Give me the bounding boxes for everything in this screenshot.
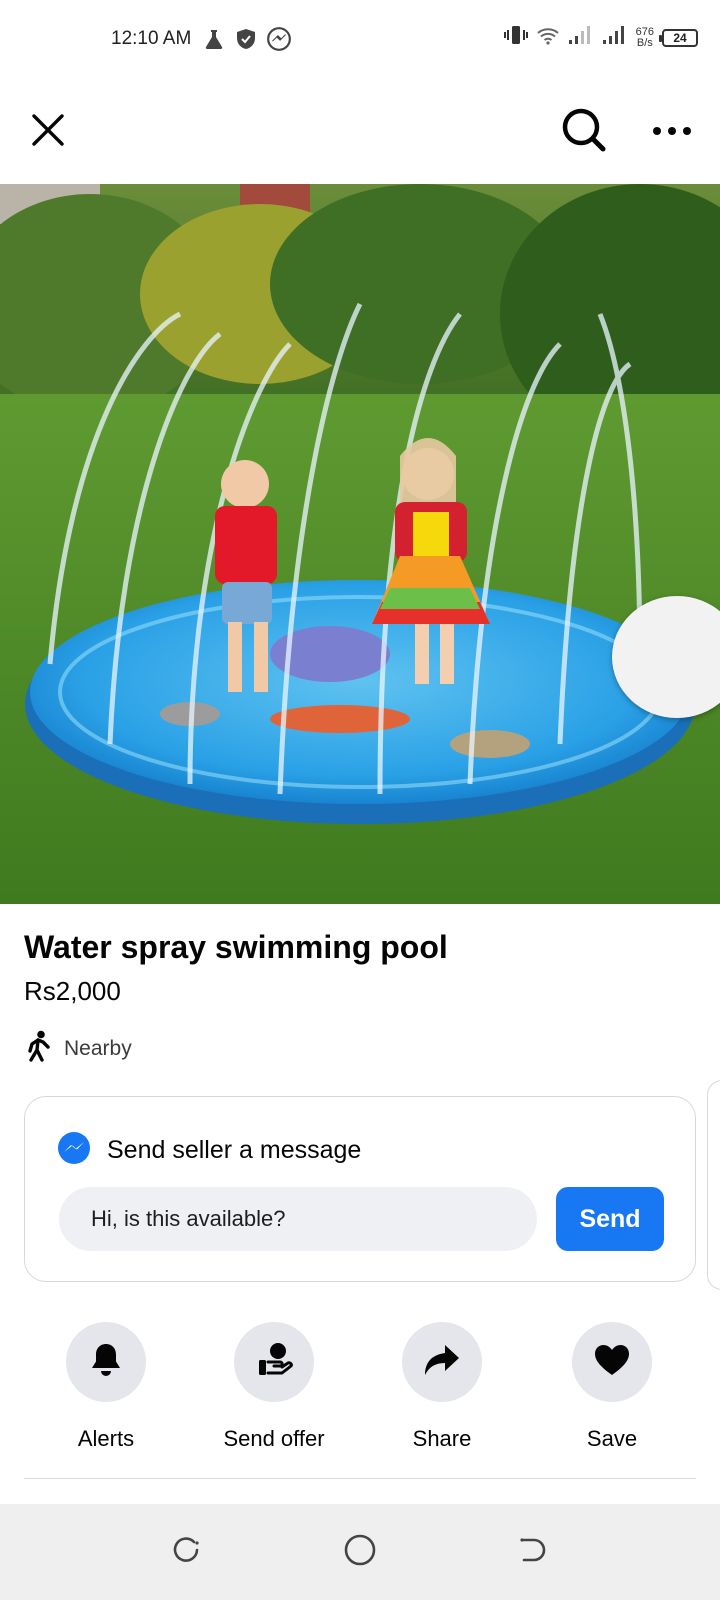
product-image[interactable] bbox=[0, 184, 720, 904]
recent-apps-button[interactable] bbox=[166, 1532, 206, 1572]
signal-icon bbox=[568, 25, 594, 50]
close-button[interactable] bbox=[22, 106, 74, 158]
search-icon bbox=[560, 106, 608, 159]
network-speed: 676 B/s bbox=[636, 26, 654, 49]
signal-icon bbox=[602, 25, 628, 50]
send-button[interactable]: Send bbox=[556, 1187, 664, 1251]
messenger-icon bbox=[57, 1131, 91, 1170]
share-label: Share bbox=[412, 1426, 472, 1451]
home-icon bbox=[343, 1533, 377, 1572]
recent-apps-icon bbox=[170, 1534, 202, 1571]
save-label: Save bbox=[586, 1426, 638, 1451]
send-offer-button-circle[interactable] bbox=[234, 1322, 314, 1402]
more-icon bbox=[652, 123, 692, 141]
search-button[interactable] bbox=[556, 104, 612, 160]
flask-icon bbox=[202, 27, 226, 56]
network-speed-unit: B/s bbox=[636, 36, 653, 49]
shield-icon bbox=[234, 27, 258, 56]
product-photo bbox=[0, 184, 720, 904]
save-button[interactable]: Save bbox=[532, 1322, 692, 1452]
back-button[interactable] bbox=[512, 1532, 552, 1572]
bell-icon bbox=[88, 1341, 124, 1384]
alerts-label: Alerts bbox=[77, 1426, 135, 1451]
wifi-icon bbox=[536, 25, 560, 50]
status-notification-icons bbox=[202, 26, 292, 57]
offer-icon bbox=[254, 1340, 294, 1385]
listing-location: Nearby bbox=[26, 1030, 132, 1067]
save-button-circle[interactable] bbox=[572, 1322, 652, 1402]
heart-icon bbox=[593, 1343, 631, 1382]
location-text: Nearby bbox=[64, 1036, 132, 1060]
share-icon bbox=[423, 1343, 461, 1382]
listing-title: Water spray swimming pool bbox=[24, 929, 448, 965]
messenger-icon bbox=[266, 26, 292, 57]
next-card-edge bbox=[707, 1080, 720, 1290]
action-row: Alerts Send offer Share Save bbox=[0, 1322, 720, 1462]
battery-indicator: 24 bbox=[659, 28, 698, 47]
message-input[interactable] bbox=[59, 1187, 537, 1251]
status-bar: 12:10 AM 676 B/s 24 bbox=[0, 0, 720, 80]
listing-price: Rs2,000 bbox=[24, 976, 121, 1006]
system-nav-bar bbox=[0, 1504, 720, 1600]
message-seller-card: Send seller a message Send bbox=[24, 1096, 696, 1282]
section-divider bbox=[24, 1478, 696, 1479]
alerts-button[interactable]: Alerts bbox=[26, 1322, 186, 1452]
walking-person-icon bbox=[26, 1030, 52, 1067]
home-button[interactable] bbox=[340, 1532, 380, 1572]
vibrate-icon bbox=[503, 24, 528, 51]
status-system-icons: 676 B/s 24 bbox=[503, 24, 698, 51]
send-offer-label: Send offer bbox=[223, 1426, 325, 1451]
back-icon bbox=[516, 1534, 548, 1571]
close-icon bbox=[29, 111, 67, 154]
status-time: 12:10 AM bbox=[111, 28, 192, 49]
more-options-button[interactable] bbox=[646, 106, 698, 158]
message-card-header: Send seller a message bbox=[57, 1131, 361, 1170]
share-button-circle[interactable] bbox=[402, 1322, 482, 1402]
alerts-button-circle[interactable] bbox=[66, 1322, 146, 1402]
top-bar bbox=[0, 80, 720, 184]
share-button[interactable]: Share bbox=[362, 1322, 522, 1452]
send-offer-button[interactable]: Send offer bbox=[194, 1322, 354, 1452]
message-card-title: Send seller a message bbox=[107, 1136, 362, 1164]
